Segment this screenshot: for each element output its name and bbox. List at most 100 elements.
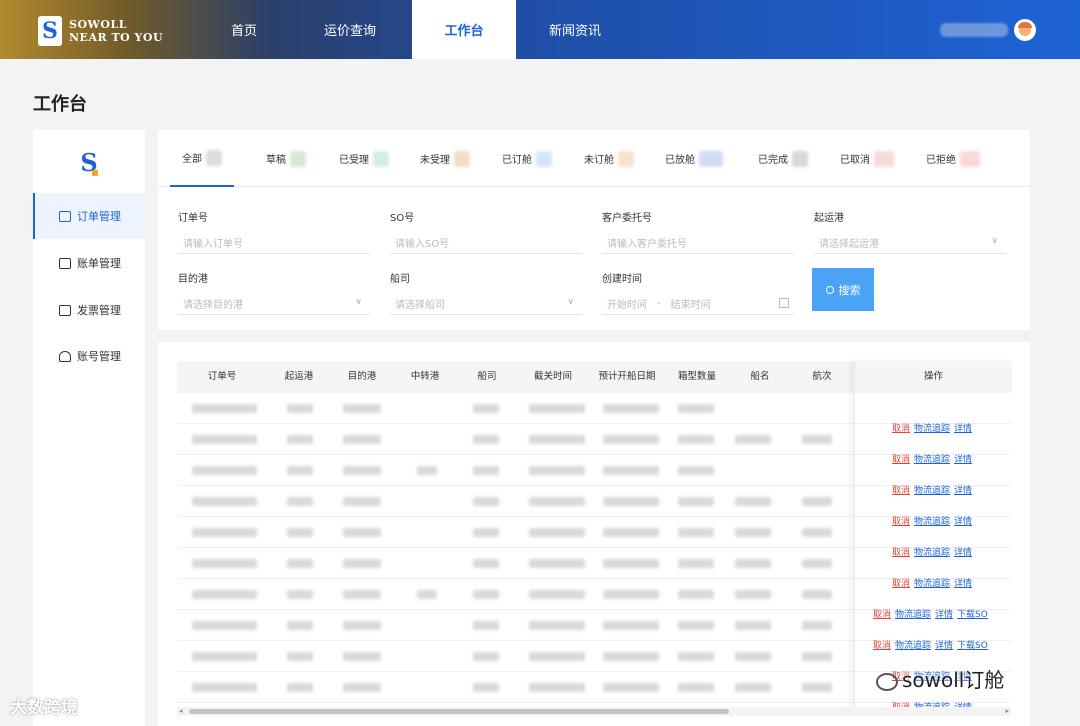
redacted-cell (343, 497, 381, 506)
tab-rejected[interactable]: 已拒绝 (926, 130, 980, 187)
order-no-field: 订单号 请输入订单号 (178, 209, 370, 254)
scrollbar-thumb[interactable] (189, 709, 729, 714)
sidebar-logo-icon: S (78, 150, 100, 176)
cancel-link[interactable]: 取消 (892, 483, 910, 496)
redacted-cell (802, 435, 832, 444)
redacted-cell (287, 621, 313, 630)
search-button[interactable]: 搜索 (812, 268, 874, 311)
detail-link[interactable]: 详情 (935, 638, 953, 651)
redacted-cell (678, 497, 714, 506)
tracking-link[interactable]: 物流追踪 (895, 638, 931, 651)
tracking-link[interactable]: 物流追踪 (914, 421, 950, 434)
scroll-left-icon[interactable]: ◂ (179, 707, 183, 716)
sidebar: S 订单管理 账单管理 发票管理 账号管理 (33, 130, 145, 726)
redacted-cell (529, 497, 585, 506)
avatar[interactable] (1014, 19, 1036, 41)
redacted-cell (343, 404, 381, 413)
tracking-link[interactable]: 物流追踪 (895, 607, 931, 620)
count-badge (290, 150, 306, 167)
pod-select[interactable]: 请选择目的港 ∨ (178, 293, 370, 315)
redacted-cell (529, 652, 585, 661)
sidebar-item-orders[interactable]: 订单管理 (33, 193, 145, 239)
redacted-cell (192, 621, 257, 630)
col-carrier: 船司 (477, 371, 497, 382)
cancel-link[interactable]: 取消 (892, 576, 910, 589)
nav-workbench[interactable]: 工作台 (412, 0, 516, 59)
end-date-input[interactable]: 结束时间 (671, 296, 711, 311)
tab-cancelled[interactable]: 已取消 (840, 130, 894, 187)
redacted-cell (473, 621, 499, 630)
redacted-cell (529, 683, 585, 692)
nav-news[interactable]: 新闻资讯 (516, 0, 634, 59)
cancel-link[interactable]: 取消 (892, 421, 910, 434)
pol-select[interactable]: 请选择起运港 ∨ (814, 232, 1006, 254)
so-no-input[interactable]: 请输入SO号 (390, 232, 582, 254)
tab-booked[interactable]: 已订舱 (502, 130, 552, 187)
tab-draft[interactable]: 草稿 (266, 130, 306, 187)
tracking-link[interactable]: 物流追踪 (914, 452, 950, 465)
tracking-link[interactable]: 物流追踪 (914, 576, 950, 589)
redacted-cell (678, 683, 714, 692)
download-so-link[interactable]: 下载SO (957, 638, 988, 651)
nav-freight-query[interactable]: 运价查询 (288, 0, 412, 59)
redacted-cell (802, 528, 832, 537)
client-ref-input[interactable]: 请输入客户委托号 (602, 232, 794, 254)
tab-released[interactable]: 已放舱 (665, 130, 723, 187)
tracking-link[interactable]: 物流追踪 (914, 545, 950, 558)
tab-accepted[interactable]: 已受理 (339, 130, 389, 187)
redacted-cell (529, 621, 585, 630)
redacted-cell (802, 497, 832, 506)
horizontal-scrollbar[interactable]: ◂ ▸ (177, 707, 1011, 716)
redacted-cell (287, 466, 313, 475)
main-nav: 首页 运价查询 工作台 新闻资讯 (200, 0, 634, 59)
sidebar-item-invoices[interactable]: 发票管理 (33, 287, 145, 333)
redacted-cell (473, 497, 499, 506)
start-date-input[interactable]: 开始时间 (607, 296, 647, 311)
tracking-link[interactable]: 物流追踪 (914, 483, 950, 496)
detail-link[interactable]: 详情 (954, 576, 972, 589)
carrier-field: 船司 请选择船司 ∨ (390, 270, 582, 315)
order-no-input[interactable]: 请输入订单号 (178, 232, 370, 254)
wechat-icon (876, 672, 898, 691)
detail-link[interactable]: 详情 (954, 483, 972, 496)
tracking-link[interactable]: 物流追踪 (914, 514, 950, 527)
watermark-right: sowoll订舱 (876, 664, 1004, 693)
redacted-cell (735, 590, 771, 599)
cancel-link[interactable]: 取消 (892, 514, 910, 527)
nav-home[interactable]: 首页 (200, 0, 288, 59)
tab-unbooked[interactable]: 未订舱 (584, 130, 634, 187)
carrier-select[interactable]: 请选择船司 ∨ (390, 293, 582, 315)
col-transit: 中转港 (410, 371, 440, 382)
redacted-cell (287, 435, 313, 444)
detail-link[interactable]: 详情 (954, 514, 972, 527)
tab-all[interactable]: 全部 (170, 130, 234, 187)
order-icon (59, 210, 71, 222)
detail-link[interactable]: 详情 (935, 607, 953, 620)
redacted-cell (529, 466, 585, 475)
detail-link[interactable]: 详情 (954, 421, 972, 434)
date-range-picker[interactable]: 开始时间 - 结束时间 (602, 293, 794, 315)
redacted-cell (603, 466, 659, 475)
download-so-link[interactable]: 下载SO (957, 607, 988, 620)
sidebar-item-account[interactable]: 账号管理 (33, 333, 145, 379)
brand-logo[interactable]: S SOWOLL NEAR TO YOU (38, 16, 163, 46)
scroll-right-icon[interactable]: ▸ (1005, 707, 1009, 716)
count-badge (699, 150, 723, 167)
redacted-cell (735, 621, 771, 630)
user-menu[interactable] (940, 19, 1036, 41)
redacted-cell (735, 683, 771, 692)
tab-unaccepted[interactable]: 未受理 (420, 130, 470, 187)
redacted-cell (343, 621, 381, 630)
cancel-link[interactable]: 取消 (873, 607, 891, 620)
detail-link[interactable]: 详情 (954, 452, 972, 465)
sidebar-item-bills[interactable]: 账单管理 (33, 240, 145, 286)
cancel-link[interactable]: 取消 (873, 638, 891, 651)
cancel-link[interactable]: 取消 (892, 452, 910, 465)
col-vessel: 船名 (750, 371, 770, 382)
redacted-cell (678, 652, 714, 661)
status-tabs: 全部 草稿 已受理 未受理 已订舱 未订舱 已放舱 已完成 已取消 已拒绝 (158, 130, 1030, 187)
detail-link[interactable]: 详情 (954, 545, 972, 558)
redacted-cell (802, 652, 832, 661)
cancel-link[interactable]: 取消 (892, 545, 910, 558)
tab-completed[interactable]: 已完成 (758, 130, 808, 187)
